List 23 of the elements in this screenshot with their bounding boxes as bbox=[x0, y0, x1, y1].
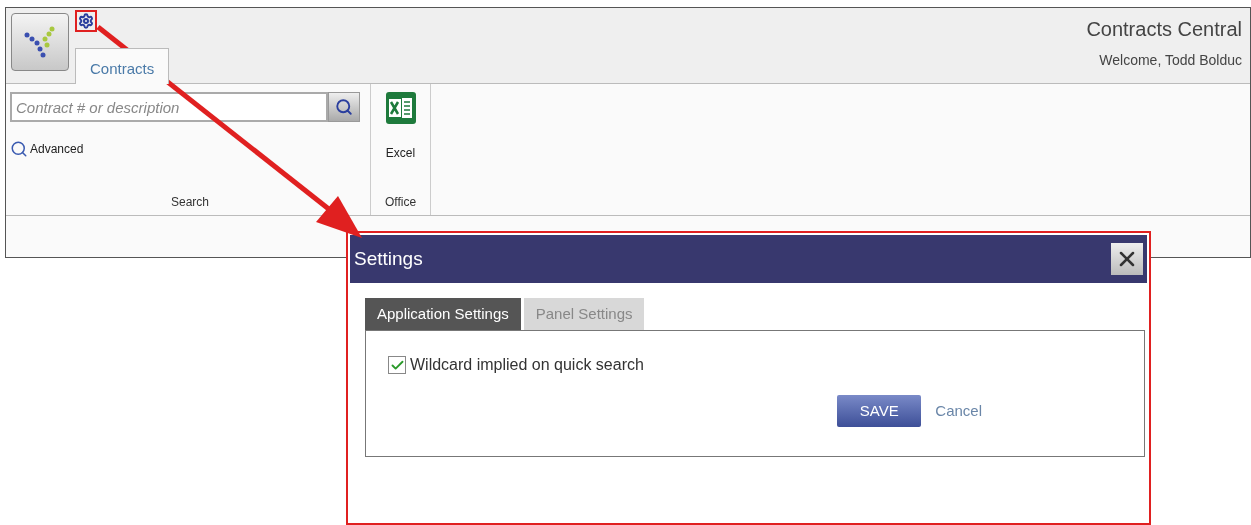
settings-icon[interactable] bbox=[75, 10, 97, 32]
search-icon bbox=[335, 98, 353, 116]
welcome-text: Welcome, Todd Bolduc bbox=[1099, 51, 1242, 70]
save-button[interactable]: SAVE bbox=[837, 395, 922, 427]
close-button[interactable] bbox=[1111, 243, 1143, 275]
dialog-title: Settings bbox=[354, 246, 423, 271]
group-label: Search bbox=[171, 194, 209, 211]
excel-button[interactable]: Excel bbox=[385, 92, 416, 162]
checkbox[interactable] bbox=[388, 356, 406, 374]
tab[interactable]: Application Settings bbox=[365, 298, 521, 330]
cancel-link[interactable]: Cancel bbox=[935, 399, 982, 423]
tab[interactable]: Contracts bbox=[75, 48, 170, 84]
spreadsheet-icon bbox=[385, 92, 416, 124]
advanced-search-button[interactable]: Advanced bbox=[10, 140, 84, 158]
search-icon bbox=[10, 140, 28, 158]
logo-icon bbox=[23, 25, 57, 59]
app-logo-button[interactable] bbox=[11, 13, 69, 71]
search-field[interactable]: Contract # or description bbox=[10, 92, 328, 122]
checkbox-label: Wildcard implied on quick search bbox=[410, 355, 644, 375]
search-button[interactable] bbox=[328, 92, 360, 122]
tab[interactable]: Panel Settings bbox=[523, 298, 645, 330]
group-label: Office bbox=[384, 194, 417, 211]
app-title: Contracts Central bbox=[1086, 17, 1242, 42]
